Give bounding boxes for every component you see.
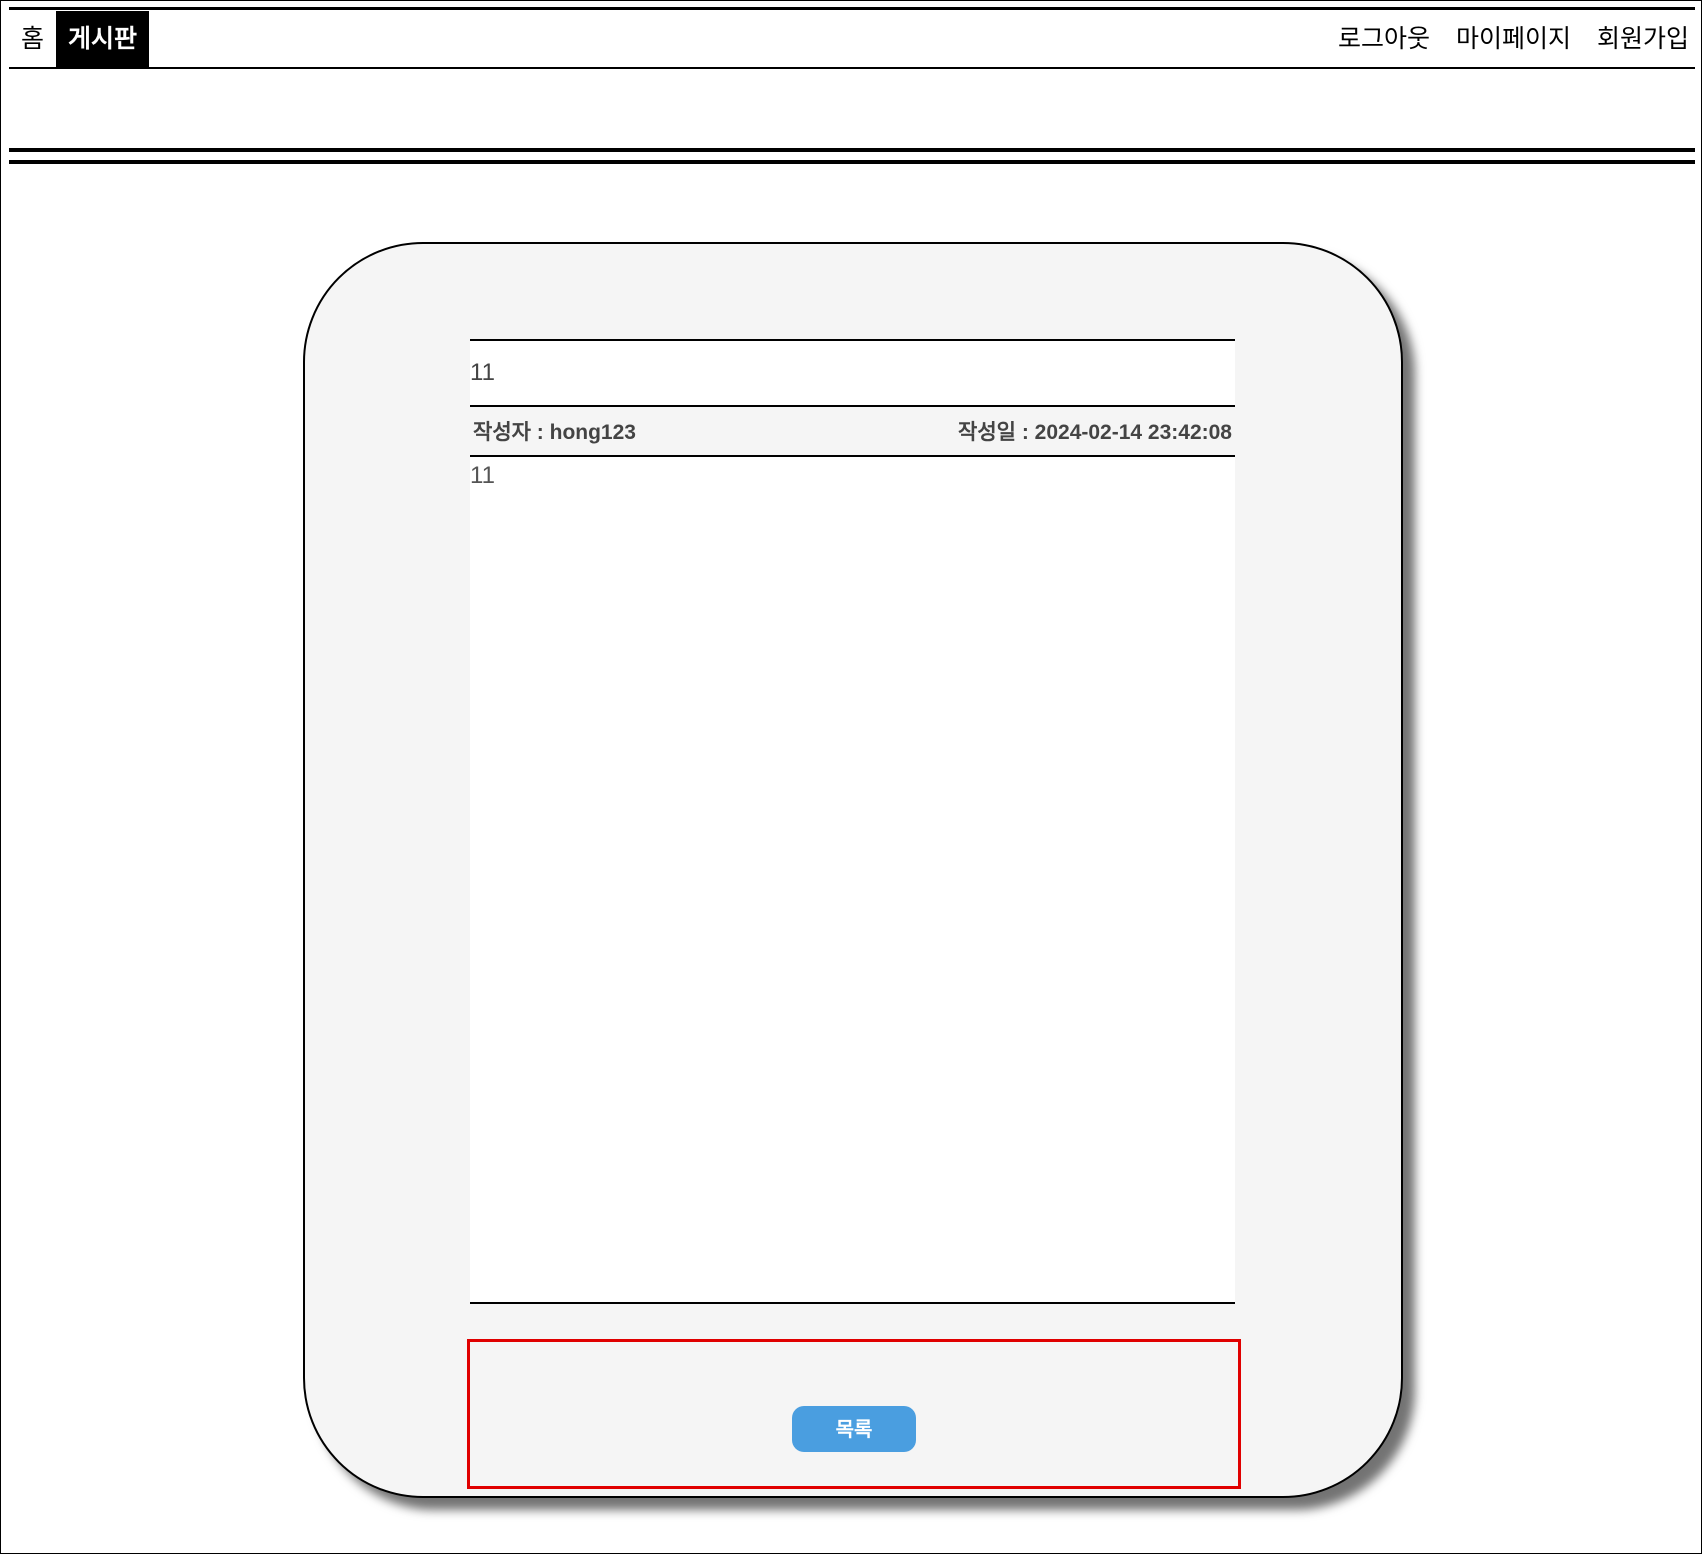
top-border-line xyxy=(9,7,1695,10)
mypage-link[interactable]: 마이페이지 xyxy=(1456,11,1571,67)
signup-link[interactable]: 회원가입 xyxy=(1597,11,1689,67)
nav-right-group: 로그아웃 마이페이지 회원가입 xyxy=(1338,11,1689,67)
nav-left-group: 홈 게시판 xyxy=(9,11,150,67)
post-author: 작성자 : hong123 xyxy=(473,416,636,446)
logout-link[interactable]: 로그아웃 xyxy=(1338,11,1430,67)
post-meta: 작성자 : hong123 작성일 : 2024-02-14 23:42:08 xyxy=(470,407,1235,457)
post-view: 11 작성자 : hong123 작성일 : 2024-02-14 23:42:… xyxy=(470,339,1235,1304)
list-button[interactable]: 목록 xyxy=(792,1406,916,1452)
date-label: 작성일 : xyxy=(958,421,1035,444)
page-frame: 홈 게시판 로그아웃 마이페이지 회원가입 11 작성자 : hong123 작… xyxy=(0,0,1702,1554)
post-content: 11 xyxy=(470,457,1235,1304)
nav-board-link[interactable]: 게시판 xyxy=(56,11,150,67)
header-divider xyxy=(9,148,1695,164)
top-navigation: 홈 게시판 로그아웃 마이페이지 회원가입 xyxy=(9,11,1695,69)
post-title: 11 xyxy=(470,339,1235,407)
author-value: hong123 xyxy=(549,421,636,444)
button-area-highlight: 목록 xyxy=(467,1339,1241,1489)
post-date: 작성일 : 2024-02-14 23:42:08 xyxy=(958,416,1232,446)
date-value: 2024-02-14 23:42:08 xyxy=(1034,421,1232,444)
author-label: 작성자 : xyxy=(473,421,550,444)
nav-home-link[interactable]: 홈 xyxy=(9,11,56,67)
